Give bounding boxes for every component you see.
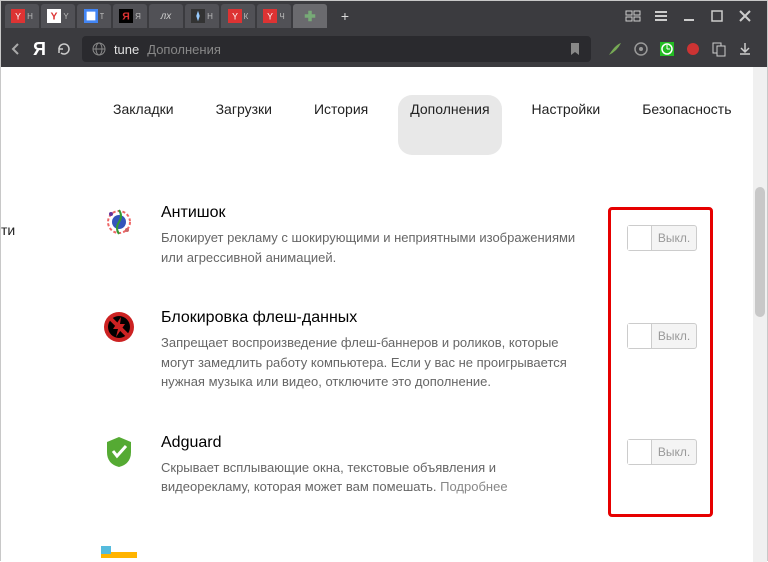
adguard-icon bbox=[101, 434, 137, 470]
address-host: tune bbox=[114, 42, 139, 57]
antishok-icon bbox=[101, 204, 137, 240]
settings-nav: Закладки Загрузки История Дополнения Нас… bbox=[1, 67, 767, 168]
cutoff-text: ти bbox=[1, 222, 15, 238]
address-title: Дополнения bbox=[147, 42, 561, 57]
feather-icon[interactable] bbox=[607, 41, 623, 57]
address-bar: Я tune Дополнения bbox=[1, 31, 767, 67]
extension-icon[interactable] bbox=[633, 41, 649, 57]
browser-tab[interactable]: Т bbox=[77, 4, 111, 28]
tableau-icon[interactable] bbox=[623, 6, 643, 26]
nav-settings[interactable]: Настройки bbox=[520, 95, 613, 155]
nav-downloads[interactable]: Загрузки bbox=[204, 95, 284, 155]
svg-text:Я: Я bbox=[122, 11, 130, 23]
nav-addons[interactable]: Дополнения bbox=[398, 95, 501, 155]
extension-icon[interactable] bbox=[685, 41, 701, 57]
back-button[interactable] bbox=[9, 42, 23, 56]
close-button[interactable] bbox=[735, 6, 755, 26]
extension-row: Adguard Скрывает всплывающие окна, текст… bbox=[101, 434, 667, 497]
downloads-icon[interactable] bbox=[737, 41, 753, 57]
svg-text:Y: Y bbox=[267, 12, 273, 22]
reload-button[interactable] bbox=[56, 41, 72, 57]
nav-security[interactable]: Безопасность bbox=[630, 95, 743, 155]
yandex-home-button[interactable]: Я bbox=[33, 39, 46, 60]
menu-icon[interactable] bbox=[651, 6, 671, 26]
minimize-button[interactable] bbox=[679, 6, 699, 26]
browser-tab[interactable]: Н bbox=[185, 4, 219, 28]
toggle-switch[interactable]: Выкл. bbox=[627, 439, 697, 465]
svg-text:Y: Y bbox=[15, 12, 21, 22]
browser-tab[interactable]: YY bbox=[41, 4, 75, 28]
flashblock-icon bbox=[101, 309, 137, 345]
extension-row: Блокировка флеш-данных Запрещает воспрои… bbox=[101, 309, 667, 392]
extension-icon[interactable] bbox=[659, 41, 675, 57]
maximize-button[interactable] bbox=[707, 6, 727, 26]
browser-tab[interactable]: лх bbox=[149, 4, 183, 28]
nav-history[interactable]: История bbox=[302, 95, 380, 155]
toggle-switch[interactable]: Выкл. bbox=[627, 225, 697, 251]
new-tab-button[interactable]: + bbox=[335, 6, 355, 26]
browser-tab-active[interactable] bbox=[293, 4, 327, 28]
scroll-thumb[interactable] bbox=[755, 187, 765, 317]
more-link[interactable]: Подробнее bbox=[440, 479, 507, 494]
extension-description: Запрещает воспроизведение флеш-баннеров … bbox=[161, 333, 577, 392]
browser-tab[interactable]: YН bbox=[5, 4, 39, 28]
browser-tab[interactable]: ЯЯ bbox=[113, 4, 147, 28]
toggle-switch[interactable]: Выкл. bbox=[627, 323, 697, 349]
extension-description: Скрывает всплывающие окна, текстовые объ… bbox=[161, 458, 577, 497]
browser-tab[interactable]: YК bbox=[221, 4, 255, 28]
nav-bookmarks[interactable]: Закладки bbox=[101, 95, 186, 155]
extension-title: Блокировка флеш-данных bbox=[161, 309, 577, 327]
address-input[interactable]: tune Дополнения bbox=[82, 36, 591, 62]
extension-row-partial bbox=[101, 546, 137, 558]
window-titlebar: YН YY Т ЯЯ лх Н YК YЧ + bbox=[1, 1, 767, 31]
extension-title: Adguard bbox=[161, 434, 577, 452]
copy-icon[interactable] bbox=[711, 41, 727, 57]
extension-description: Блокирует рекламу с шокирующими и неприя… bbox=[161, 228, 577, 267]
browser-tab[interactable]: YЧ bbox=[257, 4, 291, 28]
svg-text:Y: Y bbox=[232, 12, 238, 22]
vertical-scrollbar[interactable] bbox=[753, 67, 767, 562]
site-icon bbox=[92, 42, 106, 56]
svg-text:Y: Y bbox=[51, 11, 58, 23]
bookmark-icon[interactable] bbox=[569, 42, 581, 56]
page-content: ти Закладки Загрузки История Дополнения … bbox=[1, 67, 767, 562]
extension-title: Антишок bbox=[161, 204, 577, 222]
extension-row: Антишок Блокирует рекламу с шокирующими … bbox=[101, 204, 667, 267]
